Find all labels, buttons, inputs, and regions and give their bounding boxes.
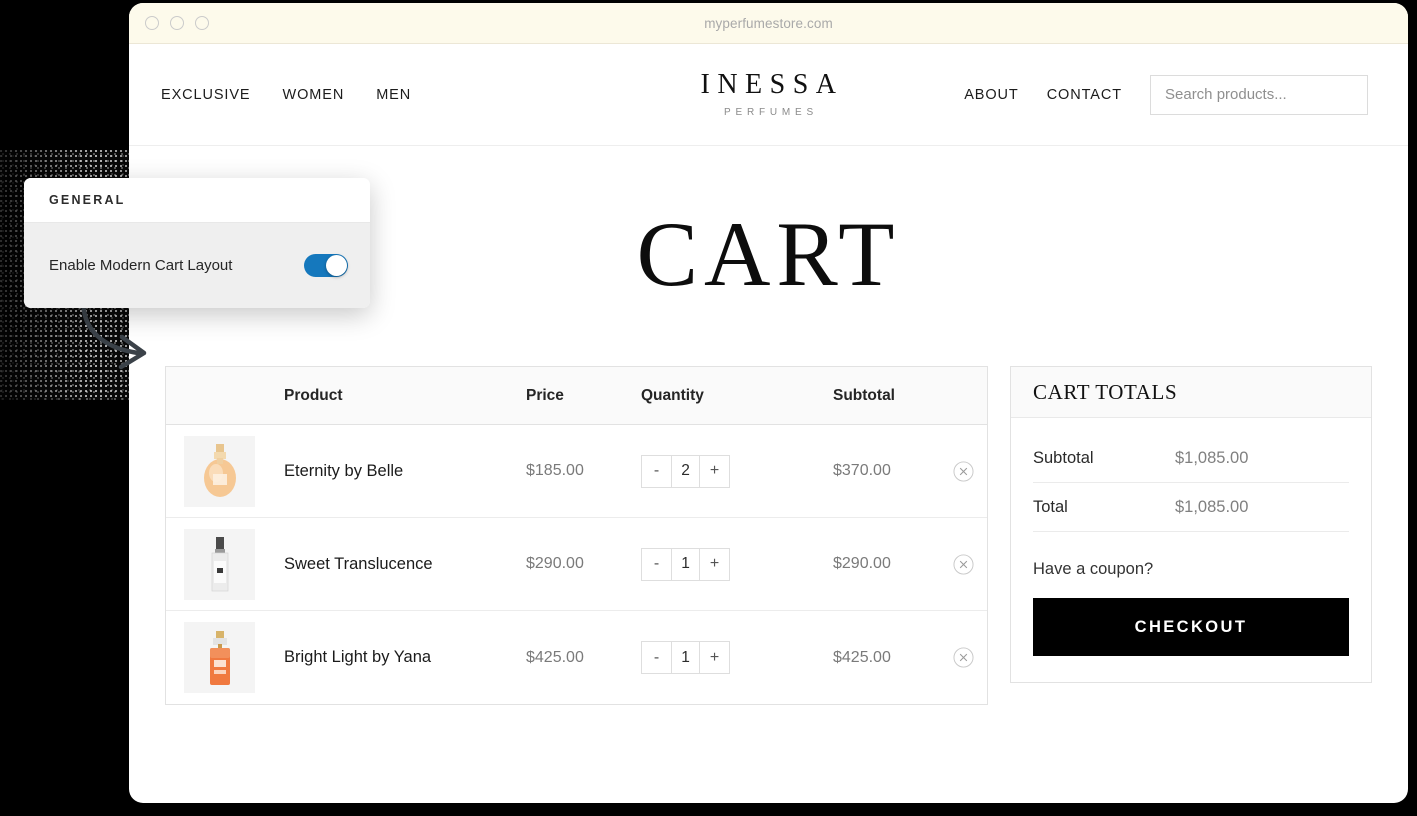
checkout-button[interactable]: CHECKOUT: [1033, 598, 1349, 656]
product-thumb-cell: [166, 435, 284, 507]
logo-tagline: PERFUMES: [724, 107, 818, 118]
logo-wordmark: INESSA: [700, 69, 844, 100]
quantity-cell: - 1 +: [641, 547, 833, 581]
cart-totals-panel: CART TOTALS Subtotal $1,085.00 Total $1,…: [1010, 366, 1372, 683]
total-label: Total: [1033, 497, 1068, 516]
product-thumbnail[interactable]: [184, 528, 255, 600]
orange-rect-bottle-icon: [209, 630, 230, 685]
product-price: $185.00: [526, 462, 584, 479]
cart-totals-title: CART TOTALS: [1033, 379, 1178, 404]
browser-window: myperfumestore.com EXCLUSIVE WOMEN MEN I…: [129, 3, 1408, 803]
search-box[interactable]: [1150, 74, 1368, 115]
nav-item-women[interactable]: WOMEN: [283, 87, 345, 103]
cart-totals-body: Subtotal $1,085.00 Total $1,085.00 Have …: [1011, 418, 1371, 682]
totals-row-subtotal: Subtotal $1,085.00: [1033, 434, 1349, 483]
browser-titlebar: myperfumestore.com: [129, 3, 1408, 44]
quantity-stepper[interactable]: - 1 +: [641, 547, 730, 581]
total-value: $1,085.00: [1175, 497, 1249, 516]
product-name[interactable]: Eternity by Belle: [284, 462, 526, 481]
quantity-decrement-button[interactable]: -: [642, 642, 671, 673]
remove-cell: [953, 460, 987, 482]
quantity-cell: - 2 +: [641, 454, 833, 488]
quantity-stepper[interactable]: - 1 +: [641, 641, 730, 674]
product-thumbnail[interactable]: [184, 435, 255, 507]
product-thumb-cell: [166, 622, 284, 693]
quantity-stepper[interactable]: - 2 +: [641, 454, 730, 488]
quantity-decrement-button[interactable]: -: [642, 455, 671, 487]
table-row: Sweet Translucence $290.00 - 1 + $290.00: [166, 518, 987, 611]
quantity-decrement-button[interactable]: -: [642, 548, 671, 580]
product-subtotal: $370.00: [833, 462, 891, 479]
cart-table-header: Product Price Quantity Subtotal: [166, 367, 987, 425]
product-price: $425.00: [526, 648, 584, 666]
product-subtotal: $425.00: [833, 648, 891, 666]
remove-cell: [953, 647, 987, 668]
quantity-increment-button[interactable]: +: [700, 455, 729, 487]
header-product: Product: [284, 386, 343, 404]
toggle-knob: [326, 255, 347, 276]
table-row: Bright Light by Yana $425.00 - 1 + $425.…: [166, 611, 987, 704]
cart-section: Product Price Quantity Subtotal Eternity…: [129, 366, 1408, 705]
totals-row-total: Total $1,085.00: [1033, 483, 1349, 532]
subtotal-label: Subtotal: [1033, 448, 1094, 467]
remove-cell: [953, 553, 987, 575]
secondary-nav: ABOUT CONTACT: [964, 74, 1368, 115]
header-quantity: Quantity: [641, 386, 704, 404]
site-header: EXCLUSIVE WOMEN MEN INESSA PERFUMES ABOU…: [129, 44, 1408, 146]
remove-item-icon[interactable]: [953, 553, 974, 575]
product-name[interactable]: Sweet Translucence: [284, 555, 526, 574]
settings-section-title: GENERAL: [49, 193, 126, 207]
quantity-cell: - 1 +: [641, 641, 833, 674]
settings-overlay-card: GENERAL Enable Modern Cart Layout: [24, 178, 370, 308]
coupon-link[interactable]: Have a coupon?: [1033, 560, 1349, 579]
header-subtotal: Subtotal: [833, 386, 895, 404]
product-thumb-cell: [166, 528, 284, 600]
header-price: Price: [526, 386, 564, 404]
remove-item-icon[interactable]: [953, 647, 974, 668]
quantity-value[interactable]: 1: [671, 642, 700, 673]
quantity-value[interactable]: 2: [671, 455, 700, 487]
nav-item-about[interactable]: ABOUT: [964, 87, 1018, 103]
product-thumbnail[interactable]: [184, 622, 255, 693]
tall-white-bottle-icon: [211, 537, 228, 592]
settings-option-label: Enable Modern Cart Layout: [49, 257, 233, 274]
quantity-increment-button[interactable]: +: [700, 548, 729, 580]
site-logo[interactable]: INESSA PERFUMES: [693, 69, 844, 119]
settings-option-row: Enable Modern Cart Layout: [24, 223, 370, 308]
round-peach-bottle-icon: [203, 444, 236, 497]
quantity-increment-button[interactable]: +: [700, 642, 729, 673]
quantity-value[interactable]: 1: [671, 548, 700, 580]
cart-totals-header: CART TOTALS: [1011, 367, 1371, 418]
product-name[interactable]: Bright Light by Yana: [284, 648, 526, 667]
nav-item-contact[interactable]: CONTACT: [1047, 87, 1122, 103]
url-bar[interactable]: myperfumestore.com: [129, 16, 1408, 31]
settings-section-header: GENERAL: [24, 178, 370, 223]
table-row: Eternity by Belle $185.00 - 2 + $370.00: [166, 425, 987, 518]
modern-cart-layout-toggle[interactable]: [304, 254, 348, 277]
search-input[interactable]: [1165, 86, 1353, 103]
cart-table: Product Price Quantity Subtotal Eternity…: [165, 366, 988, 705]
nav-item-men[interactable]: MEN: [376, 87, 411, 103]
primary-nav: EXCLUSIVE WOMEN MEN: [161, 87, 411, 103]
remove-item-icon[interactable]: [953, 460, 974, 482]
nav-item-exclusive[interactable]: EXCLUSIVE: [161, 87, 251, 103]
product-price: $290.00: [526, 555, 584, 572]
subtotal-value: $1,085.00: [1175, 448, 1249, 467]
product-subtotal: $290.00: [833, 555, 891, 572]
